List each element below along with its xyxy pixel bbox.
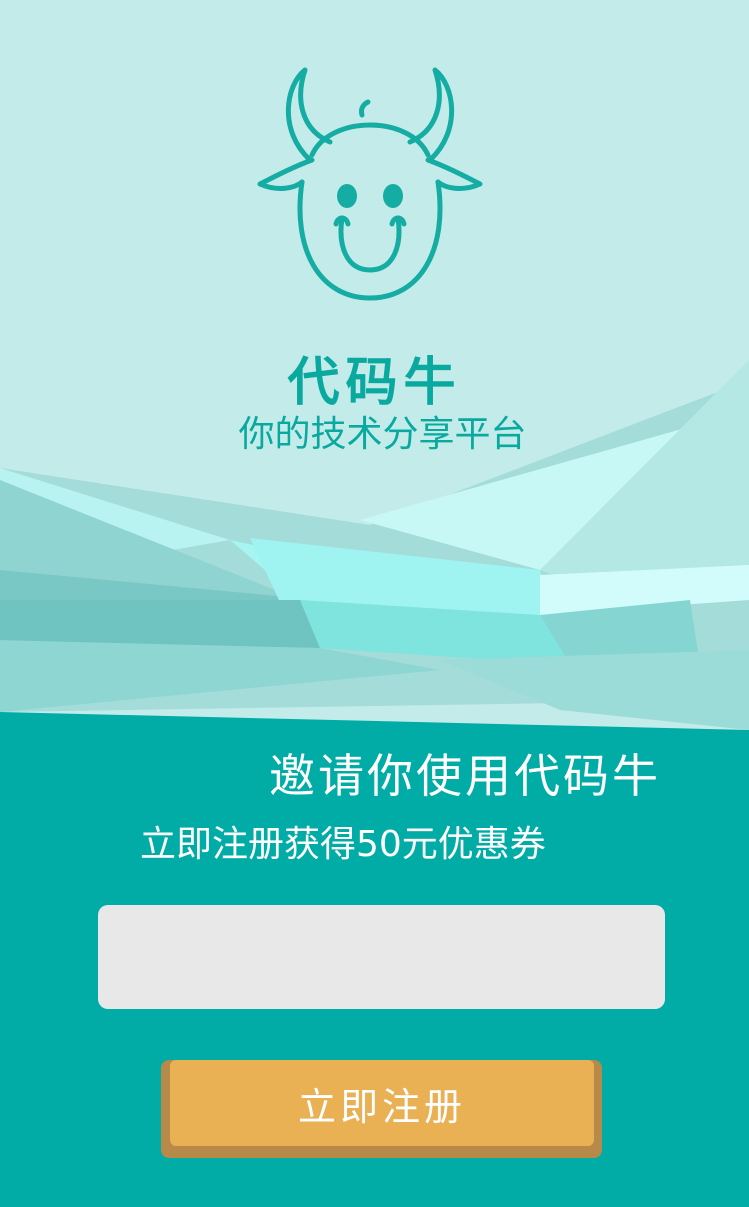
brand-slogan: 你的技术分享平台: [238, 414, 527, 455]
brand-name: 代码牛: [287, 353, 462, 413]
coupon-offer-text: 立即注册获得50元优惠券: [140, 824, 546, 865]
cow-head-icon: [257, 67, 483, 301]
register-button[interactable]: 立即注册: [170, 1060, 594, 1146]
invite-headline: 邀请你使用代码牛: [269, 749, 661, 803]
phone-input[interactable]: [98, 905, 665, 1009]
